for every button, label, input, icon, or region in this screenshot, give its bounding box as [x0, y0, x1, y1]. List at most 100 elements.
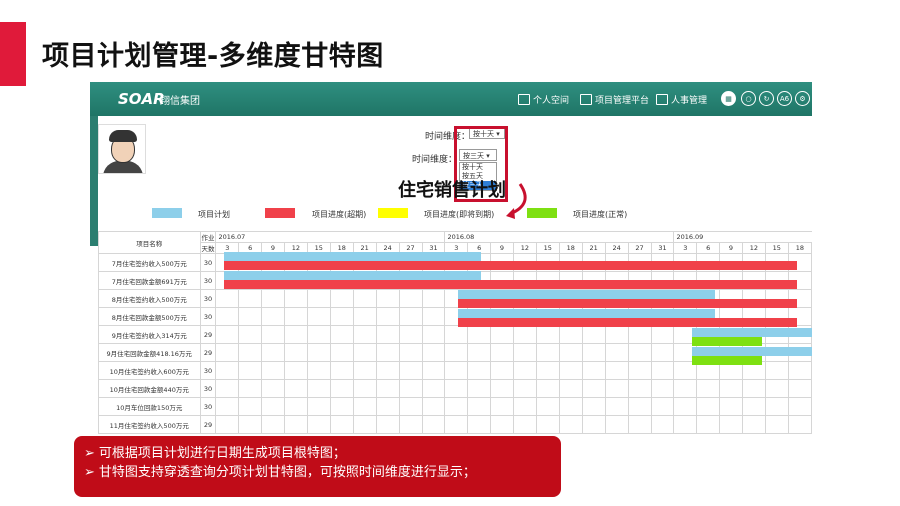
gantt-bar-plan[interactable] [692, 328, 812, 337]
gantt-cell [719, 379, 743, 398]
project-name-cell[interactable]: 8月住宅回款金额500万元 [98, 307, 201, 326]
project-name-cell[interactable]: 9月住宅签约收入314万元 [98, 325, 201, 344]
gantt-cell [283, 379, 308, 398]
project-name-cell[interactable]: 7月住宅签约收入500万元 [98, 253, 201, 272]
gantt-cell [421, 307, 446, 326]
bullet-arrow-icon: ➢ [84, 446, 95, 461]
gantt-cell [581, 415, 606, 434]
avatar[interactable] [98, 124, 146, 174]
gantt-cell [604, 379, 629, 398]
left-side-strip [90, 116, 98, 246]
gantt-cell [444, 415, 469, 434]
gantt-cell [352, 289, 377, 308]
nav-project-platform[interactable]: 项目管理平台 [580, 93, 649, 106]
gantt-cell [604, 325, 629, 344]
gantt-bar-overdue[interactable] [224, 261, 798, 270]
gantt-bar-plan[interactable] [224, 252, 482, 261]
gantt-cell [719, 397, 743, 416]
gantt-cell [283, 325, 308, 344]
gantt-cell [421, 289, 446, 308]
gantt-cell [398, 343, 423, 362]
project-name-cell[interactable]: 10月住宅签约收入600万元 [98, 361, 201, 380]
settings-icon[interactable]: ⚙ [795, 91, 810, 106]
gantt-cell [329, 415, 354, 434]
gantt-cell [238, 343, 263, 362]
header-day: 18 [787, 242, 812, 254]
gantt-cell [306, 343, 331, 362]
legend-label-overdue: 项目进度(超期) [312, 210, 367, 219]
gantt-cell [604, 361, 629, 380]
gantt-bar-plan[interactable] [458, 290, 716, 299]
gantt-cell [352, 343, 377, 362]
refresh-icon[interactable]: ↻ [759, 91, 774, 106]
project-name-cell[interactable]: 11月住宅签约收入500万元 [98, 415, 201, 434]
gantt-cell [787, 415, 812, 434]
top-nav-bar: SOAR 翔信集团 个人空间 项目管理平台 人事管理 ▦ ○ ↻ A6 ⚙ [90, 82, 812, 116]
gantt-cell [650, 361, 675, 380]
gantt-bar-plan[interactable] [692, 347, 812, 356]
gantt-cell [490, 415, 514, 434]
font-size-icon[interactable]: A6 [777, 91, 792, 106]
gantt-bar-normal[interactable] [692, 337, 763, 346]
gantt-cell [398, 379, 423, 398]
gantt-cell [719, 415, 743, 434]
table-row[interactable]: 11月住宅签约收入500万元 29 [98, 415, 812, 434]
gantt-cell [261, 343, 285, 362]
work-days-cell: 30 [199, 379, 217, 398]
gantt-cell [764, 379, 789, 398]
gantt-cell [261, 289, 285, 308]
gantt-cell [375, 361, 400, 380]
gantt-cell [238, 397, 263, 416]
gantt-cell [352, 397, 377, 416]
header-days-line1: 作业 [199, 231, 217, 243]
gantt-cell [604, 397, 629, 416]
project-name-cell[interactable]: 8月住宅签约收入500万元 [98, 289, 201, 308]
gantt-cell [375, 289, 400, 308]
nav-hr[interactable]: 人事管理 [656, 93, 707, 106]
gantt-cell [512, 361, 537, 380]
gantt-cell [535, 361, 560, 380]
gantt-cell [490, 343, 514, 362]
gantt-bar-overdue[interactable] [458, 299, 798, 308]
gantt-bar-normal[interactable] [692, 356, 763, 365]
gantt-cell [261, 325, 285, 344]
search-icon[interactable]: ○ [741, 91, 756, 106]
gantt-cell [581, 379, 606, 398]
gantt-cell [283, 289, 308, 308]
project-name-cell[interactable]: 10月住宅回款金额440万元 [98, 379, 201, 398]
table-row[interactable]: 10月车位回款150万元 30 [98, 397, 812, 416]
nav-personal-space[interactable]: 个人空间 [518, 93, 569, 106]
gantt-cell [215, 415, 240, 434]
gantt-cell [764, 415, 789, 434]
gantt-cell [261, 379, 285, 398]
gantt-cell [741, 379, 766, 398]
gantt-cell [467, 325, 492, 344]
gantt-cell [261, 415, 285, 434]
gantt-cell [329, 397, 354, 416]
gantt-cell [421, 415, 446, 434]
table-row[interactable]: 10月住宅回款金额440万元 30 [98, 379, 812, 398]
gantt-cell [535, 379, 560, 398]
gantt-bar-plan[interactable] [458, 309, 716, 318]
gantt-cell [375, 397, 400, 416]
gantt-cell [535, 343, 560, 362]
time-dimension-label-bottom: 时间维度： [412, 155, 458, 165]
gantt-bar-overdue[interactable] [224, 280, 798, 289]
gantt-cell [238, 307, 263, 326]
project-name-cell[interactable]: 10月车位回款150万元 [98, 397, 201, 416]
project-name-cell[interactable]: 7月住宅回款金额691万元 [98, 271, 201, 290]
nav-label: 项目管理平台 [595, 96, 650, 106]
gantt-cell [329, 361, 354, 380]
apps-icon[interactable]: ▦ [721, 91, 736, 106]
gantt-cell [215, 307, 240, 326]
gantt-cell [490, 325, 514, 344]
gantt-cell [306, 325, 331, 344]
gantt-cell [306, 307, 331, 326]
project-name-cell[interactable]: 9月住宅回款金额418.16万元 [98, 343, 201, 362]
gantt-cell [238, 379, 263, 398]
gantt-cell [512, 379, 537, 398]
gantt-bar-plan[interactable] [224, 271, 482, 280]
gantt-bar-overdue[interactable] [458, 318, 798, 327]
legend-swatch-due-soon [378, 208, 408, 218]
gantt-cell [741, 397, 766, 416]
